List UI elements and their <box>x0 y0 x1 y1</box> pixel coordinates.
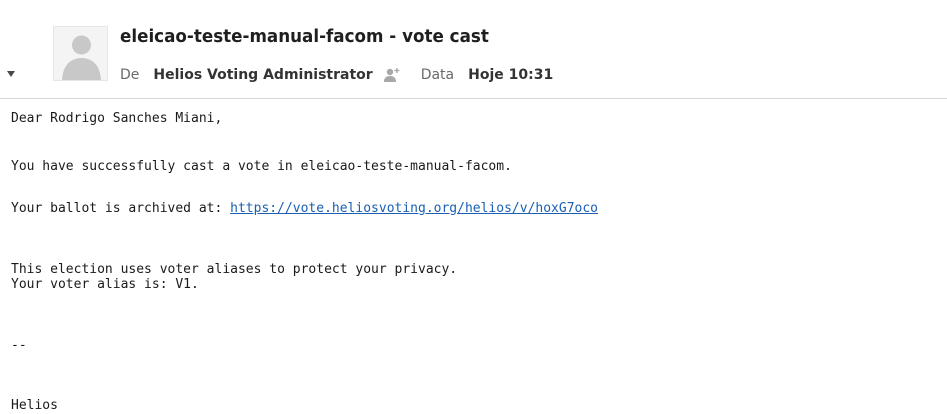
privacy-line-2: Your voter alias is: V1. <box>11 277 199 292</box>
archive-prefix: Your ballot is archived at: <box>11 201 231 216</box>
date-value: Hoje 10:31 <box>468 67 554 83</box>
sender-name[interactable]: Helios Voting Administrator <box>153 67 372 83</box>
archive-line: Your ballot is archived at: https://vote… <box>11 201 598 217</box>
chevron-down-icon[interactable] <box>7 71 15 77</box>
date-label: Data <box>420 67 455 83</box>
privacy-line-1: This election uses voter aliases to prot… <box>11 262 458 277</box>
ballot-link[interactable]: https://vote.heliosvoting.org/helios/v/h… <box>230 201 598 216</box>
avatar-silhouette-icon <box>62 35 101 80</box>
add-contact-icon[interactable] <box>383 67 401 83</box>
greeting: Dear Rodrigo Sanches Miani, <box>11 111 223 126</box>
signature-separator: -- <box>11 338 27 353</box>
email-subject: eleicao-teste-manual-facom - vote cast <box>120 26 489 47</box>
vote-confirmation: You have successfully cast a vote in ele… <box>11 159 512 174</box>
email-body: Dear Rodrigo Sanches Miani, You have suc… <box>11 111 931 413</box>
message-header: eleicao-teste-manual-facom - vote cast D… <box>0 0 947 99</box>
from-label: De <box>120 67 140 83</box>
email-meta: De Helios Voting Administrator Data Hoje… <box>120 65 553 85</box>
avatar <box>53 26 108 81</box>
